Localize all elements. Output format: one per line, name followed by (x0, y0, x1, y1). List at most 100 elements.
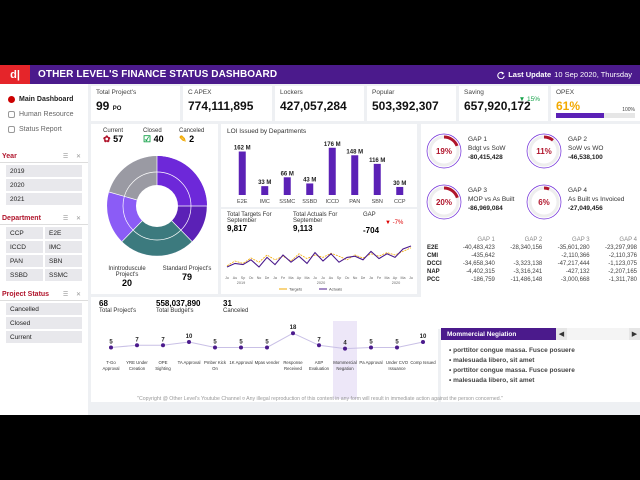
x-tick-label: Ja (369, 276, 373, 280)
last-update-label: Last Update (508, 70, 552, 79)
refresh-icon[interactable] (497, 71, 505, 79)
standard-value: 79 (181, 272, 192, 282)
table-cell: -47,217,444 (557, 261, 590, 267)
targets-panel: Total Targets For September 9,817 Total … (221, 209, 417, 294)
process-stage-label: Approval (103, 366, 120, 371)
x-tick-label: Ma (401, 276, 406, 280)
list-item: • malesuada libero, sit amet (449, 357, 535, 364)
process-point (395, 345, 399, 350)
loi-bar (396, 186, 404, 195)
gap-table-header-row: GAP 1 GAP 2 GAP 3 GAP 4 (425, 236, 639, 244)
closed-value: 40 (153, 134, 164, 144)
process-stage-label: Pa Approval (359, 360, 382, 365)
x-tick-label: Oc (249, 276, 254, 280)
table-cell: -427,132 (565, 269, 590, 275)
process-stage-label: Evaluation (309, 366, 330, 371)
list-item: • malesuada libero, sit amet (449, 377, 535, 384)
loi-bar (283, 177, 291, 195)
slicer-item-department[interactable]: SSMC (45, 269, 82, 281)
filter-icons[interactable]: ☰ ✕ (63, 215, 84, 222)
department-slicer: Department ☰ ✕ CCP E2E ICCD IMC PAN SBN … (0, 213, 88, 281)
loi-panel: LOI Issued by Departments 162 M E2E 33 M IM… (221, 124, 417, 207)
process-value-label: 7 (135, 337, 139, 343)
table-cell: DCCI (427, 261, 442, 267)
current-value-row: ✿ 57 (103, 134, 123, 145)
kpi-popular: Popular 503,392,307 (367, 86, 456, 121)
nav-main-dashboard[interactable]: Main Dashboard (0, 92, 88, 107)
slicer-item-status[interactable]: Current (6, 331, 82, 343)
loi-category-label: CCP (394, 199, 406, 205)
targets-line-chart: Ju Au Sp Oc No De Ja Fe Ma Ap Ma Ju Ju Au Sp Oc No De Ja Fe… (225, 245, 413, 292)
table-cell (497, 252, 544, 260)
process-value-label: 5 (213, 340, 217, 346)
filter-icons[interactable]: ☰ ✕ (63, 153, 84, 160)
nav-human-resource[interactable]: Human Resource (0, 107, 88, 122)
chevron-right-icon[interactable]: ▶ (629, 328, 640, 340)
up-arrow-icon: ▼ (518, 96, 526, 103)
edit-icon: ✎ (179, 134, 187, 144)
table-cell: -35,601,280 (557, 245, 590, 251)
slicer-item-department[interactable]: SBN (45, 255, 82, 267)
year-label: 2019 (237, 281, 245, 285)
nav-status-report[interactable]: Status Report (0, 122, 88, 137)
slicer-item-department[interactable]: ICCD (6, 241, 43, 253)
x-tick-label: De (265, 276, 270, 280)
filter-icons[interactable]: ☰ ✕ (63, 291, 84, 298)
process-point (265, 345, 269, 350)
slicer-item-department[interactable]: PAN (6, 255, 43, 267)
x-tick-label: Ap (393, 276, 397, 280)
process-stage-label: Under CVO (386, 360, 409, 365)
slicer-item-status[interactable]: Cancelled (6, 303, 82, 315)
x-tick-label: Fe (377, 276, 381, 280)
process-stage-label: Mommercial (333, 360, 356, 365)
year-slicer: Year ☰ ✕ 2019 2020 2021 (0, 151, 88, 205)
loi-category-label: SSMC (279, 199, 295, 205)
gap-table-header: GAP 3 (572, 237, 590, 243)
negotiation-scroll-track[interactable] (567, 328, 629, 340)
table-cell: -3,000,668 (560, 277, 590, 283)
process-stage-label: Creation (129, 366, 146, 371)
kpi-label: Saving (464, 89, 484, 96)
process-stage-label: 1K Approval (229, 360, 252, 365)
table-cell: -23,297,998 (604, 245, 637, 251)
slicer-item-department[interactable]: IMC (45, 241, 82, 253)
slicer-item-department[interactable]: CCP (6, 227, 43, 239)
slicer-item-year[interactable]: 2021 (6, 193, 82, 205)
gap-value: -46,538,100 (568, 154, 603, 161)
department-grid: CCP E2E ICCD IMC PAN SBN SSBD SSMC (6, 227, 82, 281)
gap-desc: Bdgt vs SoW (468, 145, 506, 152)
x-tick-label: Au (329, 276, 333, 280)
table-row: PCC -186,759 -11,486,148 -3,000,668 -1,311,7… (425, 276, 639, 284)
kpi-row: Total Project's 99 PO C APEX 774,111,895… (91, 86, 640, 121)
process-value-label: 5 (395, 340, 399, 346)
saving-change: ▼ 15% (519, 96, 540, 103)
kpi-suffix: PO (112, 106, 122, 112)
current-count: Current ✿ 57 (103, 128, 123, 145)
x-tick-label: Au (233, 276, 237, 280)
loi-bar-label: 148 M (346, 149, 363, 155)
check-icon: ☑ (143, 134, 152, 144)
negotiation-list: • porttitor congue massa. Fusce posuere … (441, 340, 640, 392)
slicer-item-year[interactable]: 2019 (6, 165, 82, 177)
year-label: 2020 (317, 281, 325, 285)
year-slicer-header: Year ☰ ✕ (0, 151, 88, 163)
x-tick-label: Ju (225, 276, 229, 280)
table-cell: -435,642 (471, 253, 495, 259)
slicer-item-status[interactable]: Closed (6, 317, 82, 329)
x-tick-label: Ju (321, 276, 325, 280)
loi-bar (373, 163, 381, 195)
process-stage-label: Pmber Kick (204, 360, 227, 365)
process-panel: 68 Total Project's 558,037,890 Total Bud… (91, 297, 438, 402)
slicer-item-department[interactable]: E2E (45, 227, 82, 239)
chevron-left-icon[interactable]: ◀ (556, 328, 567, 340)
closed-value-row: ☑ 40 (143, 134, 164, 145)
slicer-item-year[interactable]: 2020 (6, 179, 82, 191)
process-point (239, 345, 243, 350)
kpi-value: 774,111,895 (188, 99, 254, 113)
x-tick-label: Ja (273, 276, 277, 280)
status-slicer: Project Status ☰ ✕ Cancelled Closed Curr… (0, 289, 88, 343)
closed-count: Closed ☑ 40 (143, 128, 164, 145)
loi-category-label: SSBD (302, 199, 317, 205)
slicer-item-department[interactable]: SSBD (6, 269, 43, 281)
